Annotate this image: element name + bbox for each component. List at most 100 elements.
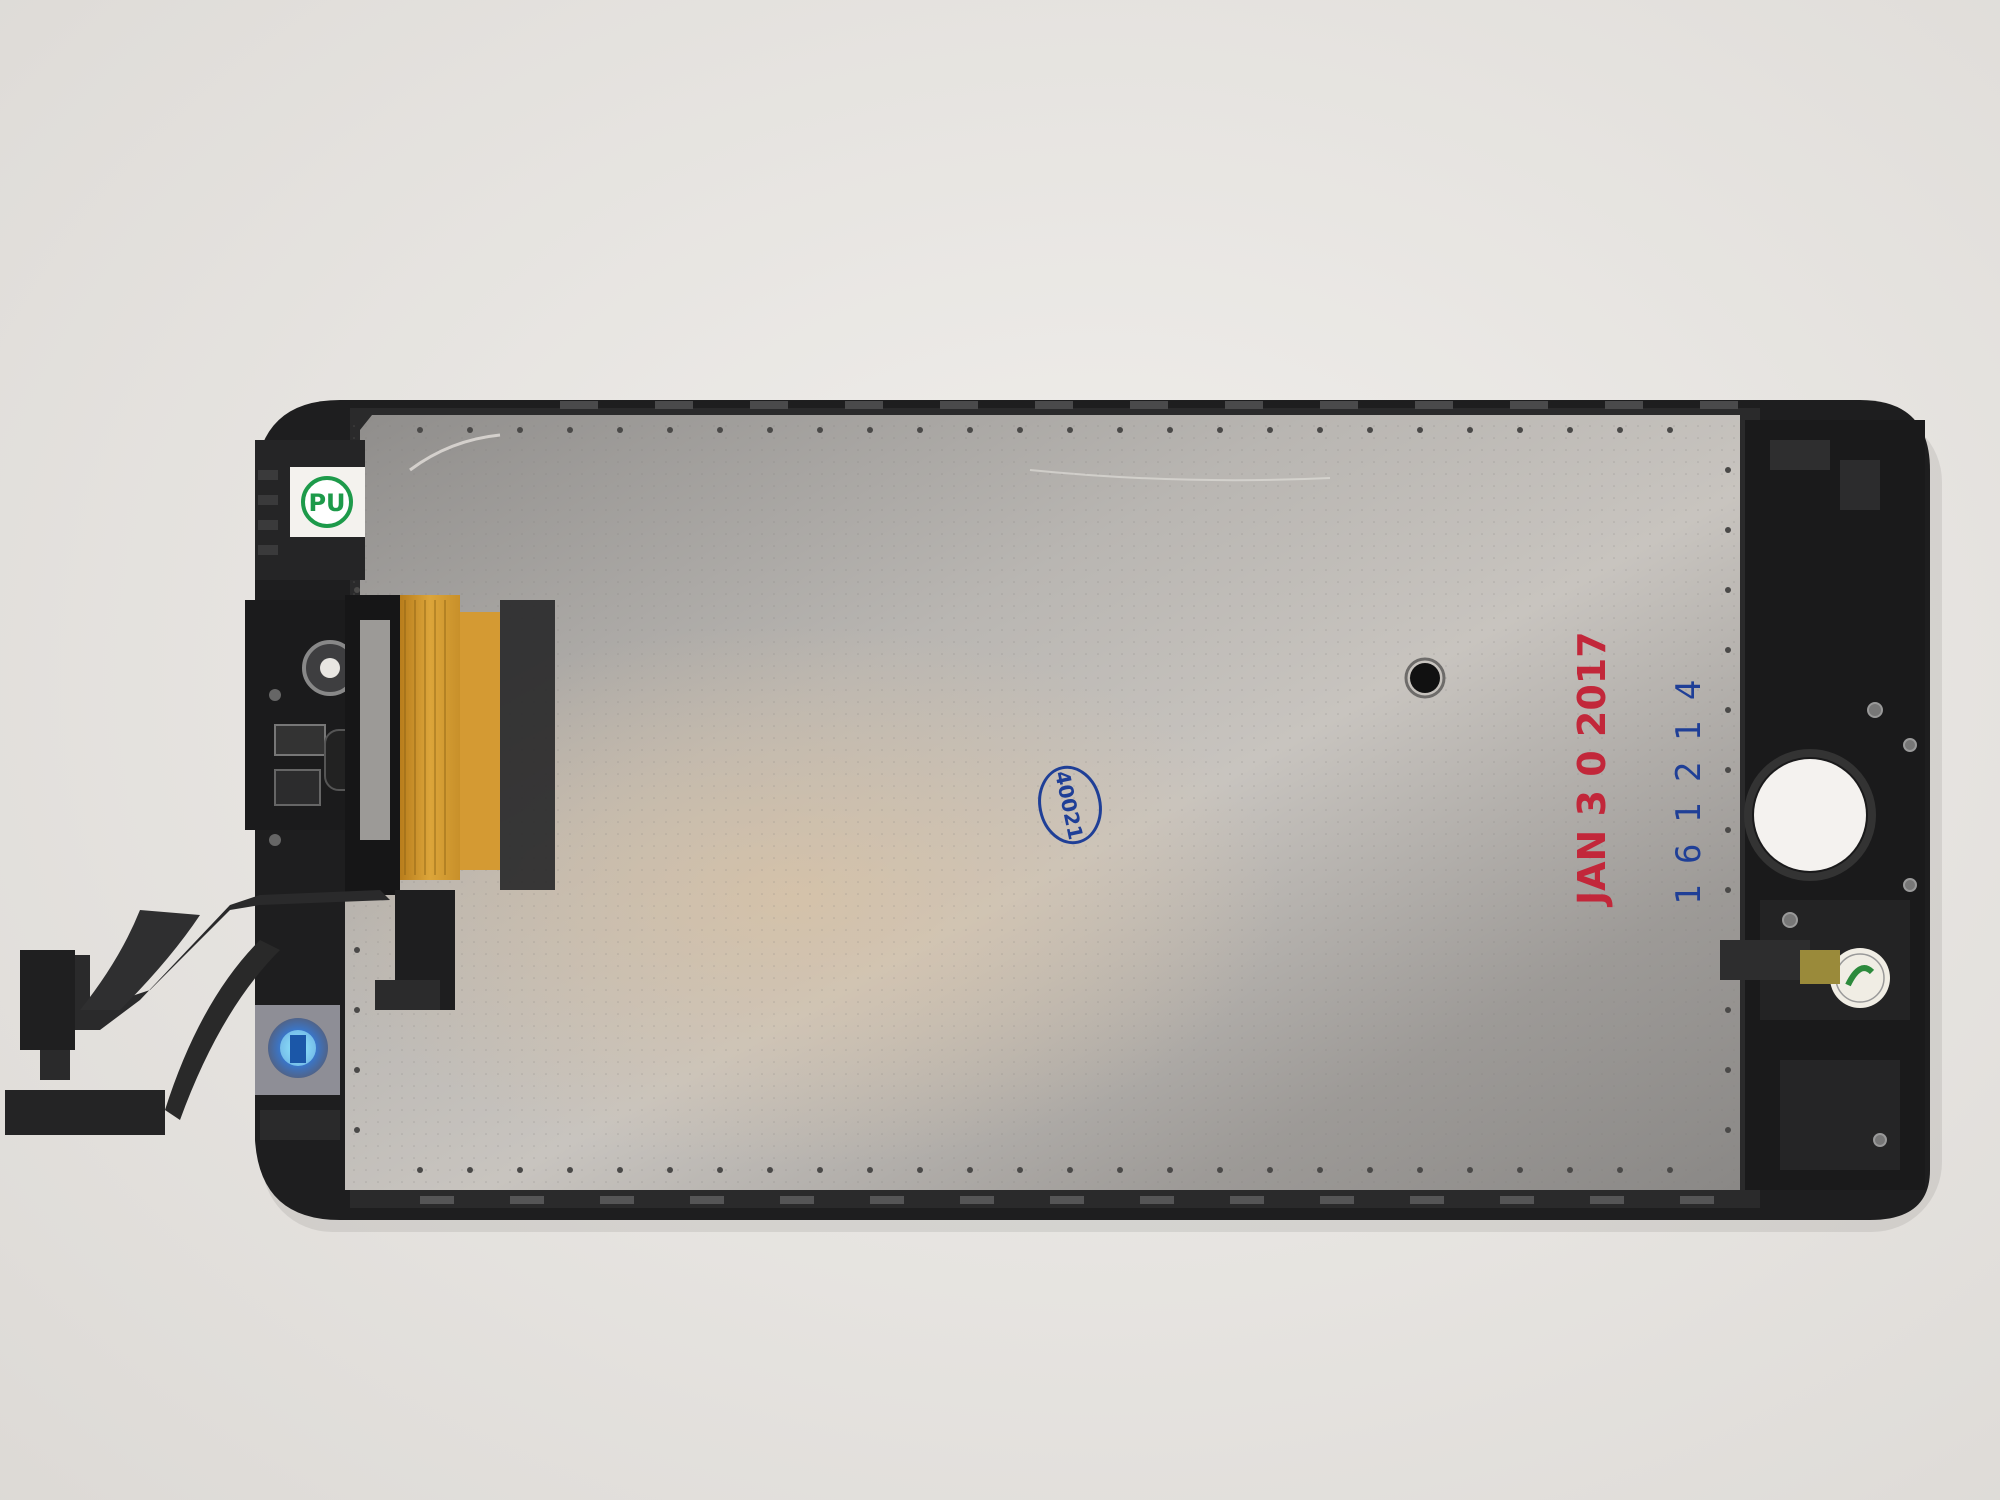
screw-hole bbox=[1667, 1167, 1673, 1173]
screw-hole bbox=[1317, 1167, 1323, 1173]
screw-hole bbox=[417, 427, 423, 433]
frame-clip bbox=[1680, 1196, 1714, 1204]
screw-hole bbox=[354, 1007, 360, 1013]
screw-hole bbox=[1725, 587, 1731, 593]
frame-clip bbox=[1320, 1196, 1354, 1204]
screw-hole bbox=[1725, 767, 1731, 773]
screw-hole bbox=[1725, 1067, 1731, 1073]
screw-hole bbox=[354, 1127, 360, 1133]
screw-hole bbox=[1617, 427, 1623, 433]
frame-clip bbox=[870, 1196, 904, 1204]
frame-clip bbox=[1700, 401, 1738, 409]
flex-cable bbox=[400, 595, 460, 880]
screw-hole bbox=[1017, 427, 1023, 433]
screw-hole bbox=[717, 1167, 723, 1173]
screw-hole bbox=[1067, 1167, 1073, 1173]
frame-clip bbox=[420, 1196, 454, 1204]
screw-hole bbox=[517, 1167, 523, 1173]
screw-hole bbox=[667, 1167, 673, 1173]
screw-hole bbox=[1725, 1007, 1731, 1013]
frame-clip bbox=[940, 401, 978, 409]
screw-hole bbox=[1267, 427, 1273, 433]
screw-hole bbox=[1367, 427, 1373, 433]
screw-hole bbox=[1417, 427, 1423, 433]
frame-clip bbox=[1225, 401, 1263, 409]
frame-clip bbox=[1605, 401, 1643, 409]
screw-hole bbox=[817, 427, 823, 433]
screw-hole bbox=[1725, 707, 1731, 713]
frame-clip bbox=[780, 1196, 814, 1204]
screw-hole bbox=[517, 427, 523, 433]
screw-hole bbox=[617, 1167, 623, 1173]
screw-hole bbox=[567, 1167, 573, 1173]
screw-hole bbox=[1467, 1167, 1473, 1173]
screw-hole bbox=[967, 427, 973, 433]
screw-hole bbox=[467, 1167, 473, 1173]
screw-hole bbox=[354, 587, 360, 593]
frame-clip bbox=[1130, 401, 1168, 409]
screw-hole bbox=[1725, 467, 1731, 473]
pu-sticker: PU bbox=[290, 467, 365, 537]
screw-hole bbox=[1017, 1167, 1023, 1173]
screw-hole bbox=[567, 427, 573, 433]
screw-hole bbox=[1725, 1127, 1731, 1133]
frame-clip bbox=[1410, 1196, 1444, 1204]
screw-hole bbox=[467, 427, 473, 433]
screw-hole bbox=[1617, 1167, 1623, 1173]
screw-hole bbox=[767, 1167, 773, 1173]
screw-hole bbox=[1667, 427, 1673, 433]
frame-clip bbox=[690, 1196, 724, 1204]
frame-clip bbox=[1415, 401, 1453, 409]
frame-clip bbox=[845, 401, 883, 409]
screw-hole bbox=[1317, 427, 1323, 433]
screw-hole bbox=[617, 427, 623, 433]
frame-clip bbox=[655, 401, 693, 409]
screw-hole bbox=[1167, 1167, 1173, 1173]
screw-hole bbox=[1725, 827, 1731, 833]
screw-hole bbox=[867, 1167, 873, 1173]
screw-hole bbox=[767, 427, 773, 433]
screw-hole bbox=[1517, 427, 1523, 433]
screw-hole bbox=[1217, 427, 1223, 433]
screw-hole bbox=[717, 427, 723, 433]
frame-clip bbox=[600, 1196, 634, 1204]
frame-clip bbox=[1500, 1196, 1534, 1204]
screw-hole bbox=[1567, 1167, 1573, 1173]
screw-hole bbox=[1417, 1167, 1423, 1173]
photo-scene: PU 40021 JAN 3 0 2017 1 6 1 2 1 4 bbox=[0, 0, 2000, 1500]
screw-hole bbox=[354, 947, 360, 953]
screw-hole bbox=[1117, 427, 1123, 433]
frame-clip bbox=[510, 1196, 544, 1204]
screw-hole bbox=[1517, 1167, 1523, 1173]
screw-hole bbox=[1167, 427, 1173, 433]
pu-sticker-text: PU bbox=[308, 489, 345, 517]
frame-clip bbox=[1230, 1196, 1264, 1204]
screw-hole bbox=[1467, 427, 1473, 433]
serial-stamp: 1 6 1 2 1 4 bbox=[1669, 680, 1709, 905]
screw-hole bbox=[417, 1167, 423, 1173]
frame-clip bbox=[1035, 401, 1073, 409]
screw-hole bbox=[1725, 887, 1731, 893]
screw-hole bbox=[1725, 647, 1731, 653]
frame-clip bbox=[960, 1196, 994, 1204]
frame-clip bbox=[1590, 1196, 1624, 1204]
screw-hole bbox=[817, 1167, 823, 1173]
screw-hole bbox=[1067, 427, 1073, 433]
frame-clip bbox=[1320, 401, 1358, 409]
screw-hole bbox=[1567, 427, 1573, 433]
screw-hole bbox=[917, 1167, 923, 1173]
frame-clip bbox=[560, 401, 598, 409]
shield-center-hole bbox=[1410, 663, 1440, 693]
home-button-hole bbox=[1754, 759, 1866, 871]
screw-hole bbox=[967, 1167, 973, 1173]
screw-hole bbox=[1725, 527, 1731, 533]
screw-hole bbox=[1117, 1167, 1123, 1173]
screw-hole bbox=[354, 1067, 360, 1073]
screw-hole bbox=[1217, 1167, 1223, 1173]
frame-clip bbox=[1050, 1196, 1084, 1204]
hologram-sticker bbox=[255, 1005, 340, 1095]
date-stamp: JAN 3 0 2017 bbox=[1570, 631, 1614, 908]
screw-hole bbox=[917, 427, 923, 433]
screw-hole bbox=[1267, 1167, 1273, 1173]
screw-hole bbox=[867, 427, 873, 433]
